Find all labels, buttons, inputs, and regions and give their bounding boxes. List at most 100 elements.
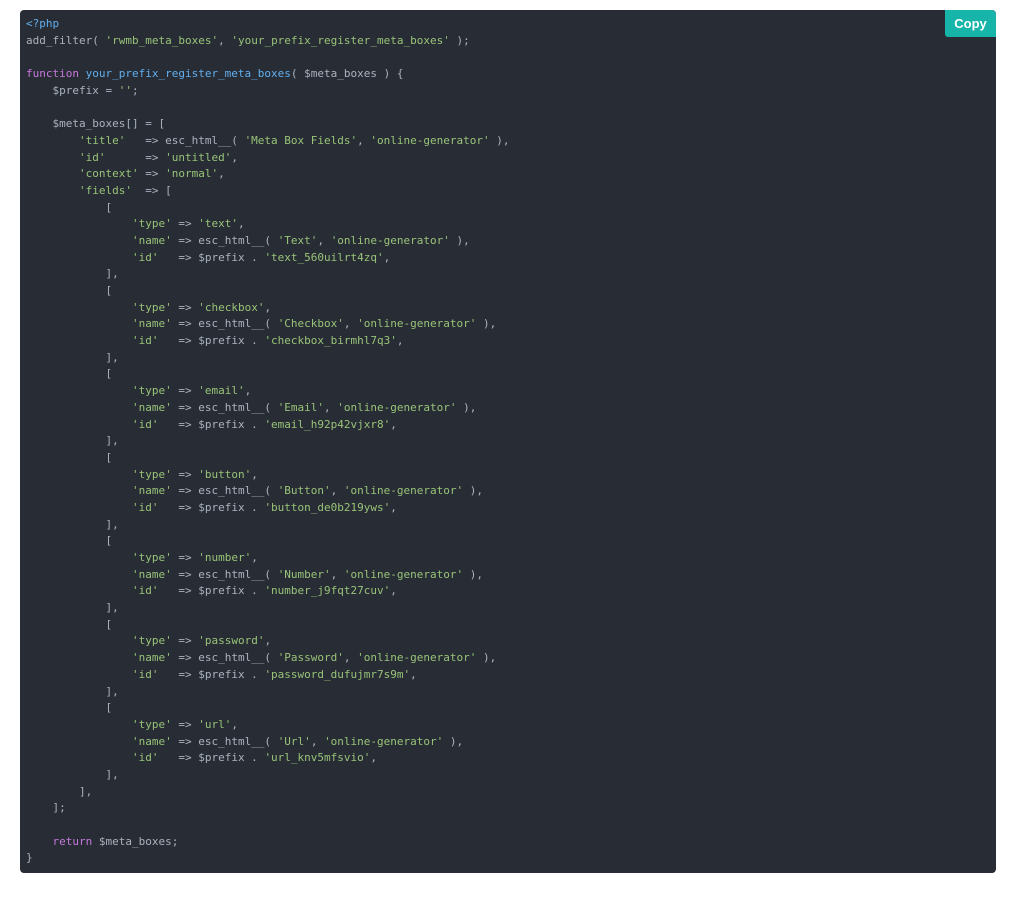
code-token: [ bbox=[26, 367, 113, 381]
code-token: 'id' bbox=[131, 751, 159, 765]
code-line: 'name' => esc_html__( 'Url', 'online-gen… bbox=[26, 734, 510, 751]
code-token: 'id' bbox=[131, 334, 159, 348]
code-token: => bbox=[171, 551, 199, 564]
code-token: , bbox=[310, 734, 325, 748]
code-line: 'name' => esc_html__( 'Number', 'online-… bbox=[26, 567, 510, 584]
code-line: [ bbox=[26, 200, 510, 217]
code-token: 'id' bbox=[131, 417, 159, 431]
code-line: ], bbox=[26, 350, 510, 367]
code-token: ]; bbox=[26, 801, 66, 815]
code-token: => bbox=[171, 717, 199, 731]
code-token: 'type' bbox=[131, 551, 172, 564]
code-token: 'checkbox' bbox=[198, 300, 265, 314]
code-token: 'online-generator' bbox=[343, 567, 464, 581]
code-line: 'id' => $prefix . 'button_de0b219yws', bbox=[26, 500, 510, 517]
code-token: <?php bbox=[26, 17, 60, 30]
code-token: 'password_dufujmr7s9m' bbox=[264, 667, 411, 681]
code-token: ), bbox=[489, 133, 510, 147]
code-line: 'id' => $prefix . 'email_h92p42vjxr8', bbox=[26, 417, 510, 434]
code-token: 'password' bbox=[198, 634, 265, 648]
code-token: 'button_de0b219yws' bbox=[264, 500, 391, 514]
code-token: , bbox=[357, 133, 371, 147]
code-token: ( $meta_boxes ) { bbox=[290, 67, 404, 81]
code-token: [ bbox=[26, 284, 113, 297]
code-token: 'number_j9fqt27cuv' bbox=[264, 584, 391, 598]
code-token: => $prefix . bbox=[158, 667, 265, 681]
code-token: => bbox=[138, 167, 166, 181]
code-line: $meta_boxes[] = [ bbox=[26, 116, 510, 133]
code-token: [ bbox=[26, 534, 113, 548]
code-token: => $prefix . bbox=[158, 250, 265, 264]
code-token: 'name' bbox=[131, 400, 172, 414]
code-line: add_filter( 'rwmb_meta_boxes', 'your_pre… bbox=[26, 33, 510, 50]
code-token: => bbox=[105, 150, 166, 164]
code-token: ), bbox=[463, 484, 484, 498]
code-line: 'name' => esc_html__( 'Text', 'online-ge… bbox=[26, 233, 510, 250]
code-token: => bbox=[171, 384, 199, 398]
code-token: 'fields' bbox=[78, 183, 132, 197]
code-token: => $prefix . bbox=[158, 500, 265, 514]
code-line: function your_prefix_register_meta_boxes… bbox=[26, 66, 510, 83]
code-token: , bbox=[317, 233, 331, 247]
code-token: 'Text' bbox=[277, 233, 318, 247]
code-token: ; bbox=[131, 83, 139, 97]
code-line: 'type' => 'checkbox', bbox=[26, 300, 510, 317]
code-token: 'context' bbox=[78, 167, 139, 181]
code-line: 'type' => 'button', bbox=[26, 467, 510, 484]
code-line: 'context' => 'normal', bbox=[26, 166, 510, 183]
code-token: 'id' bbox=[131, 667, 159, 681]
code-token: , bbox=[370, 751, 378, 765]
code-token: 'name' bbox=[131, 734, 172, 748]
code-token: => [ bbox=[131, 183, 172, 197]
code-token: => esc_html__( bbox=[171, 567, 278, 581]
code-token: ], bbox=[26, 517, 119, 531]
code-token: ); bbox=[449, 33, 470, 47]
code-token: 'type' bbox=[131, 634, 172, 648]
code-line: [ bbox=[26, 283, 510, 300]
code-token: 'online-generator' bbox=[357, 651, 477, 665]
code-token: 'name' bbox=[131, 233, 172, 247]
code-token: 'email_h92p42vjxr8' bbox=[264, 417, 391, 431]
code-token: 'type' bbox=[131, 384, 172, 398]
code-line: 'name' => esc_html__( 'Checkbox', 'onlin… bbox=[26, 316, 510, 333]
code-token: 'title' bbox=[78, 133, 126, 147]
code-token: , bbox=[251, 551, 258, 564]
code-line: 'type' => 'text', bbox=[26, 216, 510, 233]
code-token: 'your_prefix_register_meta_boxes' bbox=[231, 33, 450, 47]
code-token: 'url' bbox=[198, 717, 232, 731]
code-token: ], bbox=[26, 601, 119, 615]
code-token: , bbox=[330, 567, 344, 581]
copy-button[interactable]: Copy bbox=[945, 10, 996, 37]
code-token: 'online-generator' bbox=[324, 734, 444, 748]
code-line: [ bbox=[26, 533, 510, 550]
code-token: 'Email' bbox=[277, 400, 325, 414]
code-token: => esc_html__( bbox=[171, 484, 278, 498]
code-token: => esc_html__( bbox=[171, 233, 278, 247]
code-token: => esc_html__( bbox=[171, 317, 278, 331]
code-token: ), bbox=[476, 317, 497, 331]
code-token: 'Url' bbox=[277, 734, 311, 748]
code-line: [ bbox=[26, 366, 510, 383]
code-token: 'type' bbox=[131, 217, 172, 231]
code-token: ), bbox=[463, 567, 484, 581]
code-token: , bbox=[390, 500, 397, 514]
code-token: ), bbox=[443, 734, 464, 748]
code-token: , bbox=[244, 384, 252, 398]
code-token: 'type' bbox=[131, 300, 172, 314]
code-token: ], bbox=[26, 684, 119, 698]
code-token: => $prefix . bbox=[158, 334, 265, 348]
code-line: 'name' => esc_html__( 'Password', 'onlin… bbox=[26, 650, 510, 667]
